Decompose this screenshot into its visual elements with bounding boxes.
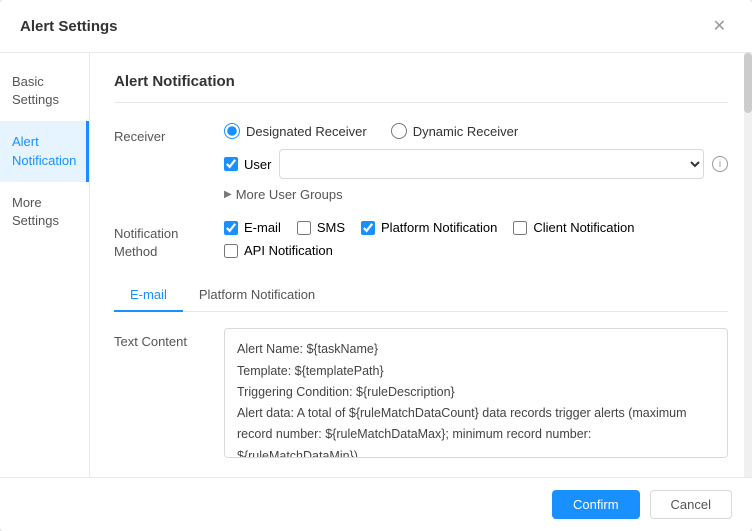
notification-options-row1: E-mail SMS Platform Notification [224,220,728,235]
receiver-row: Receiver Designated Receiver Dynamic Rec… [114,123,728,202]
client-checkbox[interactable] [513,221,527,235]
designated-receiver-option[interactable]: Designated Receiver [224,123,367,139]
user-checkbox[interactable] [224,157,238,171]
designated-receiver-radio[interactable] [224,123,240,139]
tab-email[interactable]: E-mail [114,279,183,312]
api-notification-option[interactable]: API Notification [224,243,728,258]
receiver-label: Receiver [114,123,224,146]
platform-notification-option[interactable]: Platform Notification [361,220,497,235]
info-icon[interactable]: i [712,156,728,172]
dynamic-receiver-radio[interactable] [391,123,407,139]
main-scroll-wrapper: Alert Notification Receiver Designated R… [90,53,752,477]
tab-platform-notification[interactable]: Platform Notification [183,279,331,312]
chevron-right-icon: ▶ [224,189,232,200]
close-button[interactable]: ✕ [707,14,732,38]
notification-method-row: Notification Method E-mail SMS [114,220,728,261]
receiver-radio-group: Designated Receiver Dynamic Receiver [224,123,728,139]
api-label: API Notification [244,243,333,258]
notification-method-content: E-mail SMS Platform Notification [224,220,728,258]
main-content: Alert Notification Receiver Designated R… [90,53,752,477]
more-groups-label: More User Groups [236,187,343,202]
email-checkbox[interactable] [224,221,238,235]
email-option[interactable]: E-mail [224,220,281,235]
sidebar: Basic Settings Alert Notification More S… [0,53,90,477]
sidebar-item-alert-notification[interactable]: Alert Notification [0,121,89,181]
user-label: User [244,157,271,172]
user-select[interactable] [279,149,704,179]
notification-method-label: Notification Method [114,220,224,261]
dialog-footer: Confirm Cancel [0,477,752,531]
sms-checkbox[interactable] [297,221,311,235]
sms-option[interactable]: SMS [297,220,345,235]
cancel-button[interactable]: Cancel [650,490,732,519]
sms-label: SMS [317,220,345,235]
dialog-title: Alert Settings [20,18,118,35]
section-title: Alert Notification [114,73,728,103]
client-label: Client Notification [533,220,634,235]
platform-checkbox[interactable] [361,221,375,235]
scrollbar-thumb[interactable] [744,53,752,113]
sidebar-item-basic-settings[interactable]: Basic Settings [0,61,89,121]
platform-label: Platform Notification [381,220,497,235]
text-content-textarea[interactable] [224,328,728,458]
api-checkbox[interactable] [224,244,238,258]
text-content-label: Text Content [114,328,224,351]
user-checkbox-item[interactable]: User [224,157,271,172]
sidebar-item-more-settings[interactable]: More Settings [0,182,89,242]
alert-settings-dialog: Alert Settings ✕ Basic Settings Alert No… [0,0,752,531]
more-user-groups[interactable]: ▶ More User Groups [224,187,728,202]
confirm-button[interactable]: Confirm [552,490,640,519]
dynamic-receiver-option[interactable]: Dynamic Receiver [391,123,518,139]
dialog-body: Basic Settings Alert Notification More S… [0,53,752,477]
text-content-row: Text Content [114,328,728,461]
tabs-row: E-mail Platform Notification [114,279,728,312]
receiver-content: Designated Receiver Dynamic Receiver [224,123,728,202]
client-notification-option[interactable]: Client Notification [513,220,634,235]
email-label: E-mail [244,220,281,235]
dynamic-receiver-label: Dynamic Receiver [413,124,518,139]
dialog-header: Alert Settings ✕ [0,0,752,53]
user-row: User i [224,149,728,179]
text-content-area-wrapper [224,328,728,461]
designated-receiver-label: Designated Receiver [246,124,367,139]
scrollbar-track [744,53,752,477]
notification-options-row2: API Notification [224,243,728,258]
